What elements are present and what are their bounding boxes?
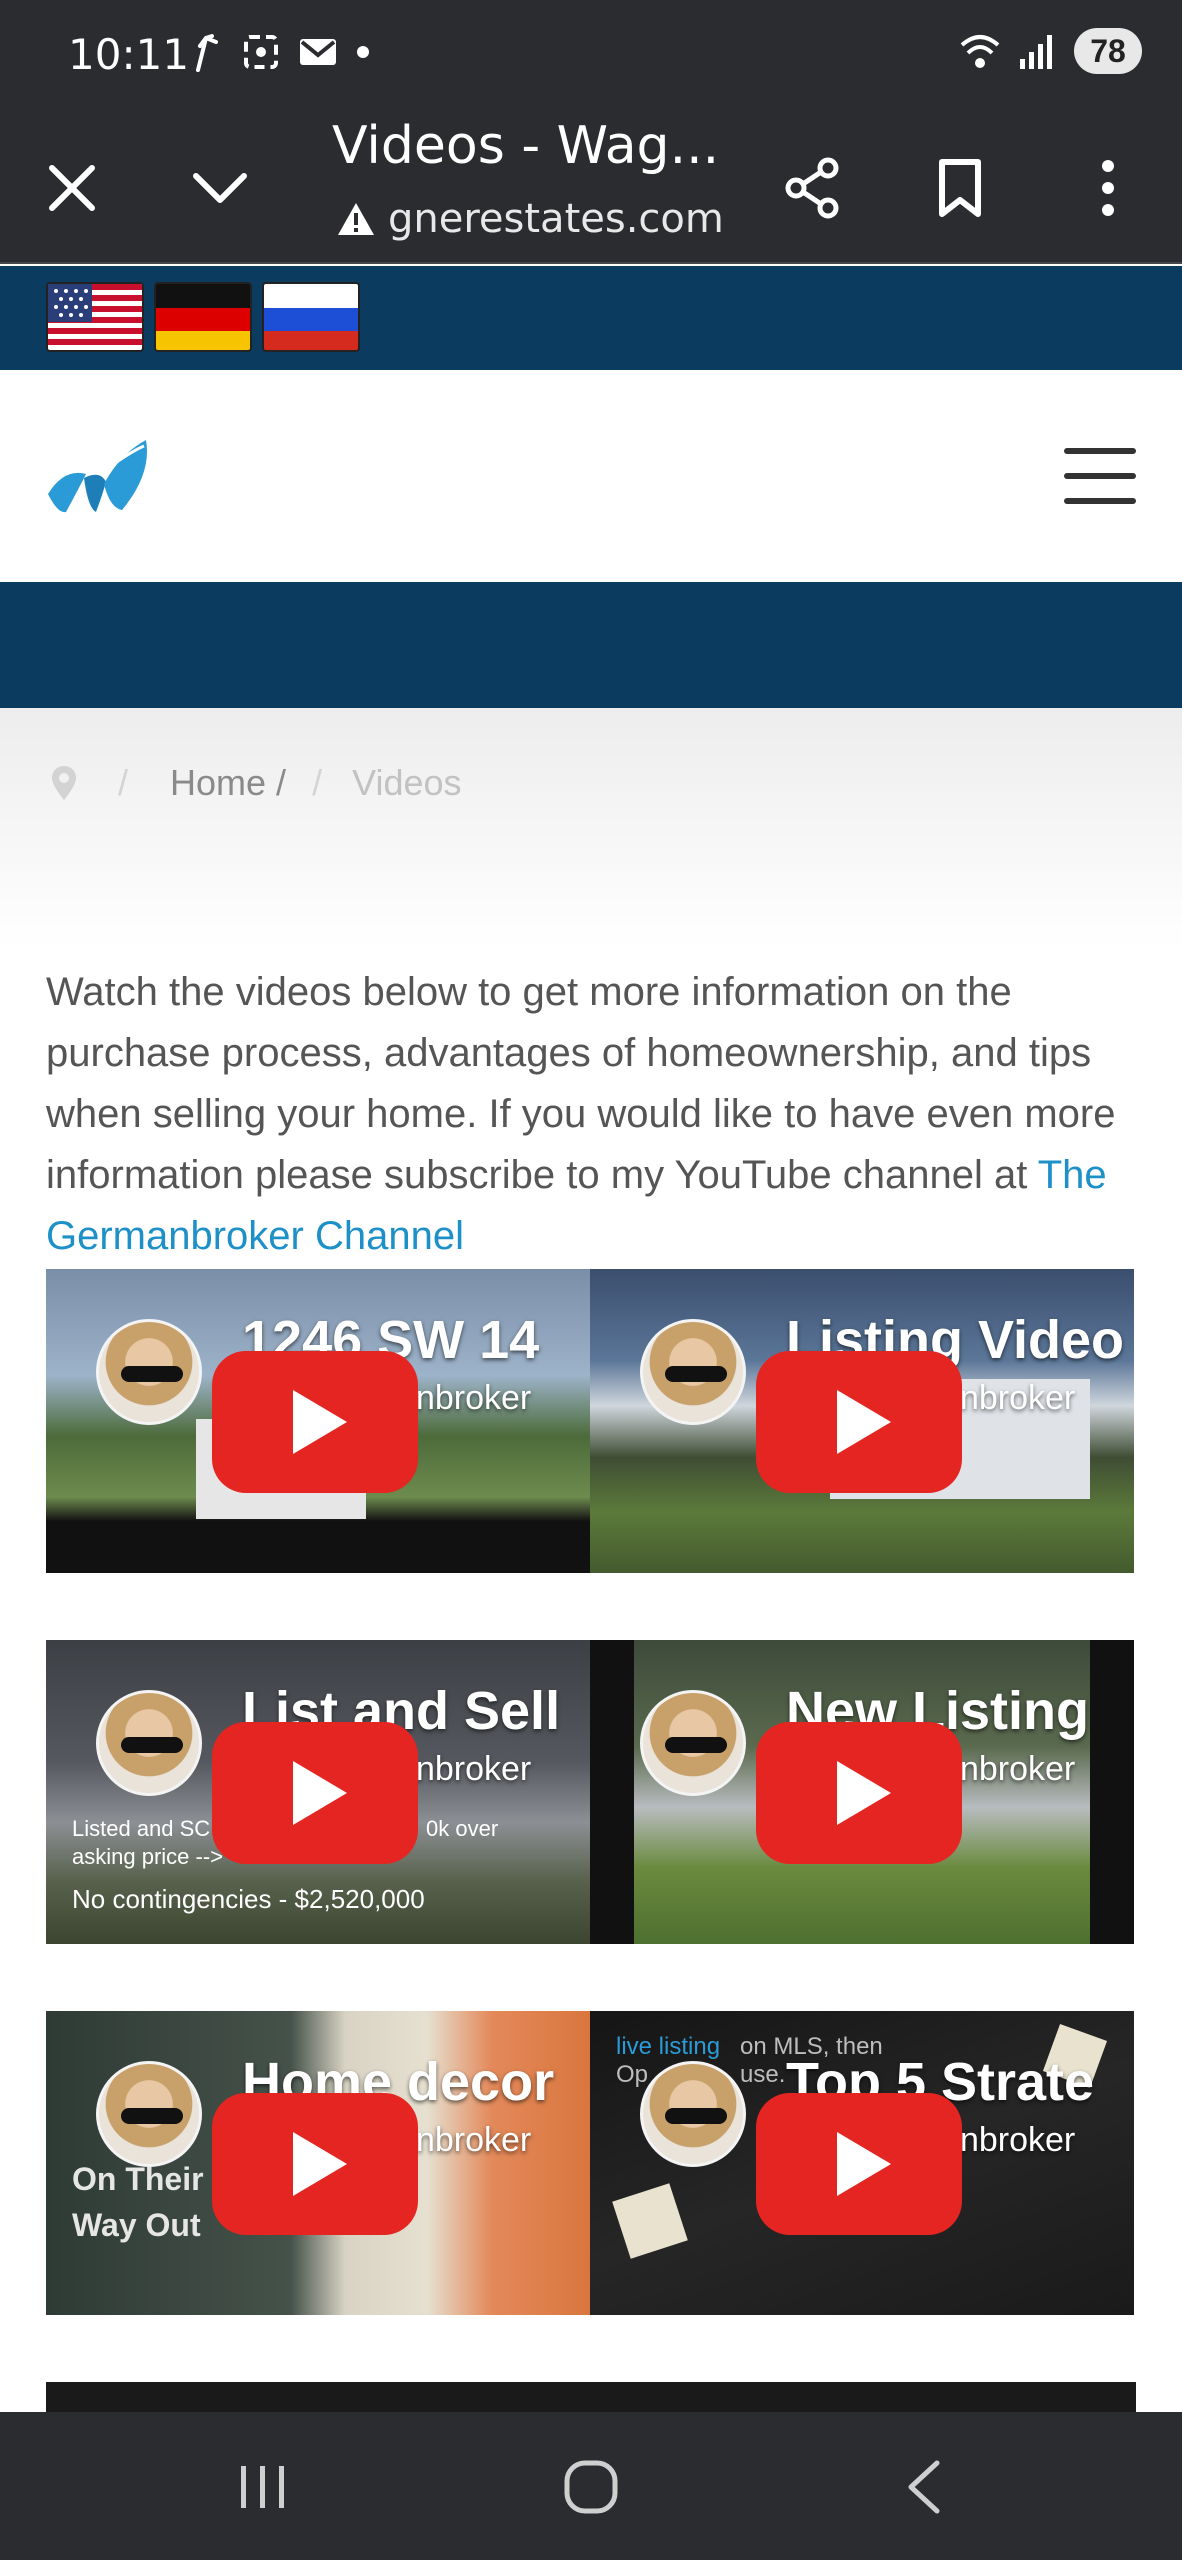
play-button-icon[interactable]	[756, 1722, 962, 1864]
share-button[interactable]	[772, 148, 852, 228]
screenshot-icon	[244, 35, 278, 69]
site-header	[0, 370, 1182, 582]
dot-icon	[357, 46, 369, 58]
video-overlay-text: 0k over	[426, 1816, 499, 1841]
breadcrumb-separator: /	[312, 762, 323, 803]
home-icon	[564, 2460, 618, 2514]
clock: 10:11	[68, 30, 190, 79]
page-title: Videos - Wag...	[332, 116, 720, 176]
wifi-icon	[960, 35, 1000, 68]
menu-line	[1064, 473, 1136, 479]
video-embed-partial[interactable]	[46, 2382, 1136, 2412]
germany-flag-icon[interactable]	[154, 282, 252, 352]
channel-avatar	[96, 2061, 202, 2167]
menu-line	[1064, 448, 1136, 454]
video-embed[interactable]: New Listing The Germanbroker	[590, 1640, 1134, 1944]
us-flag-icon[interactable]	[46, 282, 144, 352]
url-text: gnerestates.com	[388, 196, 724, 242]
video-embed[interactable]: Home decor The Germanbroker On Their Way…	[46, 2011, 590, 2315]
channel-avatar	[640, 1690, 746, 1796]
warning-icon	[338, 203, 374, 235]
video-overlay-text: live listing	[616, 2033, 721, 2060]
notification-icons	[190, 32, 370, 72]
recent-apps-button[interactable]	[218, 2442, 308, 2532]
back-icon	[908, 2460, 940, 2514]
video-embed[interactable]: live listing on MLS, then Op use. Top 5 …	[590, 2011, 1134, 2315]
play-button-icon[interactable]	[756, 1351, 962, 1493]
channel-avatar	[640, 2061, 746, 2167]
close-icon	[49, 165, 95, 211]
status-bar: 10:11 78	[0, 0, 1182, 110]
video-overlay-text: On Their	[72, 2161, 204, 2197]
intro-paragraph: Watch the videos below to get more infor…	[46, 962, 1146, 1267]
play-button-icon[interactable]	[212, 1351, 418, 1493]
play-button-icon[interactable]	[212, 2093, 418, 2235]
video-overlay-text: No contingencies - $2,520,000	[72, 1884, 425, 1914]
letterbox	[1090, 1640, 1134, 1944]
share-icon	[785, 157, 839, 219]
video-embed[interactable]: 1246 SW 14 The Germanbroker	[46, 1269, 590, 1573]
minimize-button[interactable]	[180, 148, 260, 228]
location-pin-icon[interactable]	[50, 764, 78, 802]
video-overlay-text: asking price -->	[72, 1844, 224, 1869]
recent-apps-icon	[241, 2466, 284, 2508]
breadcrumb: / Home / / Videos	[0, 708, 1182, 948]
video-overlay-text: use.	[740, 2061, 786, 2088]
mail-icon	[300, 39, 336, 65]
site-logo[interactable]	[44, 434, 154, 527]
video-overlay-text: Way Out	[72, 2207, 201, 2243]
chevron-down-icon	[193, 173, 247, 203]
bookmark-icon	[939, 159, 981, 217]
channel-avatar	[96, 1319, 202, 1425]
back-button[interactable]	[878, 2442, 968, 2532]
menu-button[interactable]	[1064, 448, 1136, 504]
breadcrumb-current: Videos	[352, 762, 462, 803]
more-options-button[interactable]	[1068, 148, 1148, 228]
russia-flag-icon[interactable]	[262, 282, 360, 352]
url-display[interactable]: gnerestates.com	[336, 196, 724, 242]
play-button-icon[interactable]	[212, 1722, 418, 1864]
menu-line	[1064, 498, 1136, 504]
video-overlay-text: Op	[616, 2061, 649, 2088]
close-tab-button[interactable]	[32, 148, 112, 228]
hero-banner	[0, 582, 1182, 708]
channel-avatar	[96, 1690, 202, 1796]
system-nav-bar	[0, 2412, 1182, 2560]
breadcrumb-separator: /	[118, 762, 129, 803]
video-embed[interactable]: List and Sell The Germanbroker Listed an…	[46, 1640, 590, 1944]
intro-text: Watch the videos below to get more infor…	[46, 970, 1116, 1197]
video-overlay-text: Listed and SC	[72, 1816, 211, 1841]
signal-icon	[1020, 35, 1052, 69]
channel-avatar	[640, 1319, 746, 1425]
more-vertical-icon	[1102, 160, 1114, 216]
logo-icon	[48, 440, 147, 513]
breadcrumb-home-link[interactable]: Home /	[170, 762, 286, 804]
home-button[interactable]	[546, 2442, 636, 2532]
video-embed[interactable]: Listing Video The Germanbroker	[590, 1269, 1134, 1573]
language-bar	[0, 266, 1182, 370]
battery-indicator: 78	[1074, 28, 1142, 74]
play-button-icon[interactable]	[756, 2093, 962, 2235]
browser-toolbar: Videos - Wag... gnerestates.com	[0, 110, 1182, 264]
call-icon	[196, 34, 218, 72]
bookmark-button[interactable]	[920, 148, 1000, 228]
